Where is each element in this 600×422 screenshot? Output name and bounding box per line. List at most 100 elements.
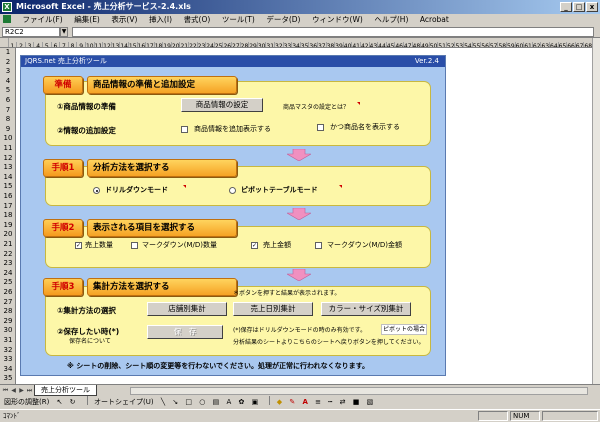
row-header[interactable]: 4: [0, 77, 16, 86]
excel-app-icon[interactable]: X: [2, 2, 12, 12]
row-header[interactable]: 22: [0, 250, 16, 259]
sales-quantity-checkbox[interactable]: ✓: [75, 242, 82, 249]
line-color-icon[interactable]: ✎: [289, 396, 295, 409]
row-header[interactable]: 11: [0, 144, 16, 153]
line-style-icon[interactable]: ≡: [315, 396, 321, 409]
wordart-icon[interactable]: A: [226, 396, 231, 409]
menu-acrobat[interactable]: Acrobat: [420, 15, 449, 24]
close-button[interactable]: x: [586, 2, 598, 12]
menu-bar: ファイル(F) 編集(E) 表示(V) 挿入(I) 書式(O) ツール(T) デ…: [0, 14, 600, 26]
chevron-down-icon[interactable]: ▼: [60, 27, 68, 37]
row-header[interactable]: 31: [0, 336, 16, 345]
formula-input[interactable]: [72, 27, 594, 37]
row-header[interactable]: 14: [0, 173, 16, 182]
row-header[interactable]: 18: [0, 211, 16, 220]
menu-insert[interactable]: 挿入(I): [149, 15, 172, 24]
pivot-note-link[interactable]: ピボットの場合: [381, 324, 428, 335]
menu-tools[interactable]: ツール(T): [222, 15, 255, 24]
textbox-icon[interactable]: ▤: [213, 396, 220, 409]
row-header[interactable]: 15: [0, 182, 16, 191]
store-aggregation-button[interactable]: 店舗別集計: [147, 302, 227, 316]
row-header[interactable]: 8: [0, 115, 16, 124]
row-header[interactable]: 24: [0, 269, 16, 278]
row-header[interactable]: 27: [0, 298, 16, 307]
save-name-help-link[interactable]: 保存名について: [69, 337, 111, 346]
menu-file[interactable]: ファイル(F): [23, 15, 63, 24]
color-size-aggregation-button[interactable]: カラー・サイズ別集計: [321, 302, 411, 316]
row-header[interactable]: 19: [0, 221, 16, 230]
vertical-scrollbar[interactable]: [592, 38, 600, 384]
dash-style-icon[interactable]: ┅: [328, 396, 332, 409]
markdown-amount-checkbox[interactable]: [315, 242, 322, 249]
prev-sheet-icon[interactable]: ◀: [10, 387, 17, 395]
menu-format[interactable]: 書式(O): [184, 15, 211, 24]
row-header[interactable]: 26: [0, 288, 16, 297]
arrow-style-icon[interactable]: ⇄: [340, 396, 346, 409]
shadow-icon[interactable]: ■: [353, 396, 360, 409]
product-master-help-link[interactable]: 商品マスタの設定とは？: [283, 103, 349, 112]
step2-badge: 手順2: [43, 219, 83, 237]
show-product-info-checkbox[interactable]: [181, 126, 188, 133]
menu-window[interactable]: ウィンドウ(W): [312, 15, 363, 24]
row-header[interactable]: 34: [0, 365, 16, 374]
3d-icon[interactable]: ▧: [367, 396, 374, 409]
row-header[interactable]: 21: [0, 240, 16, 249]
row-header[interactable]: 25: [0, 278, 16, 287]
row-header[interactable]: 12: [0, 154, 16, 163]
font-color-icon[interactable]: A: [302, 396, 307, 409]
column-headers: 1 2 3 4 5 6 7 8 9 1011121314151617181920212223242…: [0, 38, 592, 48]
row-header[interactable]: 23: [0, 259, 16, 268]
maximize-button[interactable]: □: [573, 2, 585, 12]
select-all-corner[interactable]: [0, 38, 9, 47]
row-header[interactable]: 28: [0, 307, 16, 316]
row-header[interactable]: 17: [0, 202, 16, 211]
name-box[interactable]: R2C2: [2, 27, 60, 37]
menu-view[interactable]: 表示(V): [111, 15, 137, 24]
row-header[interactable]: 30: [0, 326, 16, 335]
next-sheet-icon[interactable]: ▶: [18, 387, 25, 395]
product-info-settings-button[interactable]: 商品情報の設定: [181, 98, 263, 112]
row-header[interactable]: 10: [0, 134, 16, 143]
row-header[interactable]: 5: [0, 86, 16, 95]
sheet-tab-sales-analysis[interactable]: 売上分析ツール: [34, 385, 97, 396]
line-icon[interactable]: ╲: [161, 396, 165, 409]
clipart-icon[interactable]: ✿: [239, 396, 245, 409]
markdown-quantity-checkbox[interactable]: [131, 242, 138, 249]
horizontal-scrollbar[interactable]: [130, 387, 588, 395]
row-header[interactable]: 9: [0, 125, 16, 134]
pivot-table-mode-radio[interactable]: [229, 187, 236, 194]
daily-sales-aggregation-button[interactable]: 売上日別集計: [233, 302, 313, 316]
sales-amount-checkbox[interactable]: ✓: [251, 242, 258, 249]
rectangle-icon[interactable]: □: [185, 396, 192, 409]
show-product-name-checkbox[interactable]: [317, 124, 324, 131]
menu-help[interactable]: ヘルプ(H): [374, 15, 408, 24]
row-header[interactable]: 32: [0, 346, 16, 355]
row-header[interactable]: 35: [0, 374, 16, 383]
row-header[interactable]: 29: [0, 317, 16, 326]
menu-edit[interactable]: 編集(E): [74, 15, 100, 24]
last-sheet-icon[interactable]: ⏭: [26, 387, 33, 395]
draw-menu[interactable]: 図形の調整(R): [4, 396, 49, 409]
menu-data[interactable]: データ(D): [266, 15, 300, 24]
fill-color-icon[interactable]: ◆: [277, 396, 282, 409]
select-objects-icon[interactable]: ↖: [57, 396, 63, 409]
row-header[interactable]: 33: [0, 355, 16, 364]
oval-icon[interactable]: ○: [199, 396, 205, 409]
row-header[interactable]: 6: [0, 96, 16, 105]
row-header[interactable]: 16: [0, 192, 16, 201]
row-header[interactable]: 3: [0, 67, 16, 76]
drilldown-mode-radio[interactable]: [93, 187, 100, 194]
autoshape-menu[interactable]: オートシェイプ(U): [94, 396, 154, 409]
row-header[interactable]: 20: [0, 230, 16, 239]
row-header[interactable]: 13: [0, 163, 16, 172]
rotate-icon[interactable]: ↻: [70, 396, 76, 409]
row-header[interactable]: 7: [0, 106, 16, 115]
first-sheet-icon[interactable]: ⏮: [2, 387, 9, 395]
workbook-icon[interactable]: [3, 15, 11, 23]
save-button[interactable]: 保 存: [147, 325, 223, 339]
row-header[interactable]: 2: [0, 58, 16, 67]
picture-icon[interactable]: ▣: [252, 396, 259, 409]
minimize-button[interactable]: _: [560, 2, 572, 12]
arrow-icon[interactable]: ↘: [172, 396, 178, 409]
row-header[interactable]: 1: [0, 48, 16, 57]
